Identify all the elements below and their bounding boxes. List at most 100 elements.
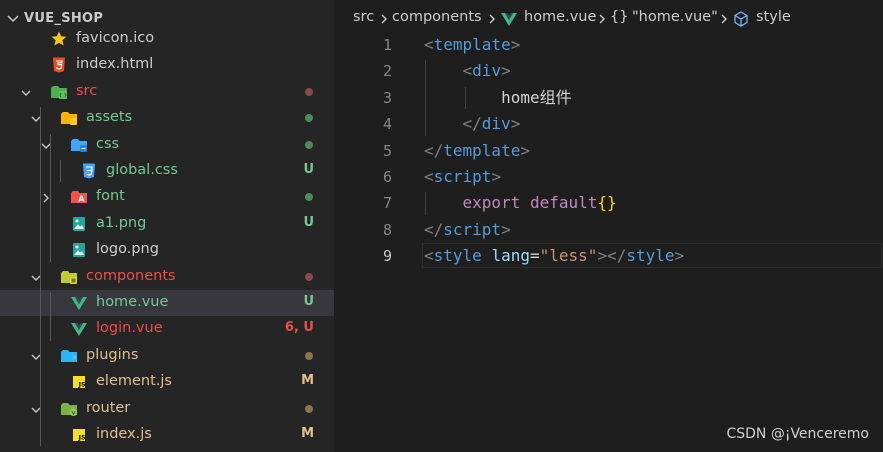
vue-icon — [501, 13, 517, 26]
line-number: 5 — [382, 141, 392, 160]
tree-indent-guide — [40, 107, 41, 447]
editor-indent-guide — [425, 192, 426, 215]
watermark-text: CSDN @¡Venceremo — [726, 426, 869, 442]
explorer-root-label: VUE_SHOP — [24, 11, 104, 26]
chevron-right-icon — [721, 14, 727, 24]
folder-router-icon — [61, 402, 78, 416]
svg-text:A: A — [78, 195, 85, 204]
tree-folder-components[interactable]: components — [0, 264, 334, 290]
code-line[interactable]: <div> — [424, 58, 511, 84]
code-token: template — [433, 35, 511, 54]
code-line[interactable]: home组件 — [424, 85, 572, 111]
git-status-dot — [305, 87, 313, 96]
tree-folder-src[interactable]: src — [0, 79, 334, 105]
code-line[interactable]: </script> — [424, 217, 511, 243]
git-status-dot — [305, 272, 313, 281]
code-line[interactable]: <style lang="less"></style> — [424, 243, 684, 269]
code-token: export — [462, 193, 521, 213]
vue-icon — [71, 297, 87, 310]
code-token: script — [443, 219, 502, 239]
code-token: > — [520, 140, 530, 160]
code-line[interactable]: export default{} — [424, 190, 617, 216]
breadcrumb-item[interactable]: "home.vue" — [632, 9, 718, 25]
code-token: </ — [424, 140, 444, 160]
code-token: template — [443, 140, 521, 160]
code-token: div — [472, 61, 502, 81]
tree-item-label: a1.png — [96, 214, 147, 231]
editor-indent-guide — [465, 86, 466, 110]
tree-item-label: assets — [86, 109, 133, 126]
editor-indent-guide — [425, 60, 426, 136]
tree-item-label: src — [76, 82, 98, 99]
breadcrumb: src components home.vue {} "home.vue" style — [334, 0, 883, 38]
code-token: > — [510, 114, 521, 134]
breadcrumb-item[interactable]: src — [353, 9, 374, 25]
tree-item-label: index.js — [96, 426, 152, 442]
code-token: < — [424, 246, 434, 266]
chevron-down-icon — [7, 15, 19, 23]
git-status-dot — [305, 351, 313, 360]
line-number: 1 — [382, 36, 392, 54]
code-token: </ — [462, 114, 482, 134]
line-number: 9 — [382, 247, 392, 266]
tree-item-label: index.html — [76, 56, 154, 73]
breadcrumb-item[interactable]: home.vue — [524, 9, 596, 25]
tree-file-favicon-ico[interactable]: favicon.ico — [0, 26, 334, 52]
tree-item-label: home.vue — [96, 294, 169, 310]
folder-assets-icon — [61, 112, 77, 126]
tree-item-label: favicon.ico — [76, 30, 155, 46]
tree-folder-assets[interactable]: assets — [0, 105, 334, 131]
code-token: < — [424, 35, 434, 54]
tree-item-label: font — [96, 188, 125, 205]
folder-components-icon — [61, 270, 77, 284]
git-status-dot — [305, 140, 313, 149]
cube-icon — [734, 11, 748, 27]
tree-indent-guide — [50, 292, 51, 341]
code-line[interactable]: <template> — [424, 32, 520, 58]
code-token: div — [481, 114, 511, 134]
line-number: 3 — [382, 88, 392, 107]
code-line[interactable]: </template> — [424, 138, 530, 164]
star-icon — [51, 31, 67, 46]
breadcrumb-item[interactable]: style — [756, 9, 791, 25]
tree-file-element-js[interactable]: JS element.js M — [0, 369, 334, 395]
js-icon: JS — [73, 376, 86, 388]
line-number: 6 — [382, 168, 392, 186]
git-status-badge: U — [303, 294, 314, 309]
code-token: "less" — [539, 246, 598, 266]
folder-src-icon — [51, 85, 67, 99]
folder-font-icon: A — [71, 191, 87, 204]
svg-text:JS: JS — [78, 433, 86, 441]
code-token: = — [529, 246, 540, 266]
line-number: 4 — [382, 115, 392, 134]
css3-icon — [83, 163, 95, 179]
git-status-dot — [305, 114, 313, 123]
tree-file-index-html[interactable]: index.html — [0, 52, 334, 78]
tree-item-label: plugins — [86, 346, 139, 363]
breadcrumb-item[interactable]: components — [392, 9, 482, 25]
tree-item-label: login.vue — [96, 320, 163, 337]
code-line[interactable]: </div> — [424, 111, 521, 137]
code-token: > — [674, 246, 685, 266]
code-token: style — [433, 246, 482, 266]
code-token: > — [501, 61, 511, 81]
git-status-badge: M — [301, 373, 314, 389]
code-token: < — [462, 61, 473, 81]
svg-text:JS: JS — [78, 380, 86, 388]
code-line[interactable]: <script> — [424, 164, 501, 190]
tree-item-label: global.css — [106, 162, 178, 178]
code-token: {} — [597, 193, 617, 213]
tree-file-index-js[interactable]: JS index.js M — [0, 422, 334, 448]
chevron-down-icon[interactable] — [20, 87, 32, 99]
git-status-badge: M — [301, 426, 314, 441]
tree-folder-router[interactable]: router — [0, 396, 334, 422]
code-editor[interactable]: src components home.vue {} "home.vue" style 1… — [334, 0, 883, 452]
tree-item-label: router — [86, 399, 131, 416]
tree-folder-plugins[interactable]: plugins — [0, 343, 334, 369]
line-number: 7 — [382, 194, 392, 213]
